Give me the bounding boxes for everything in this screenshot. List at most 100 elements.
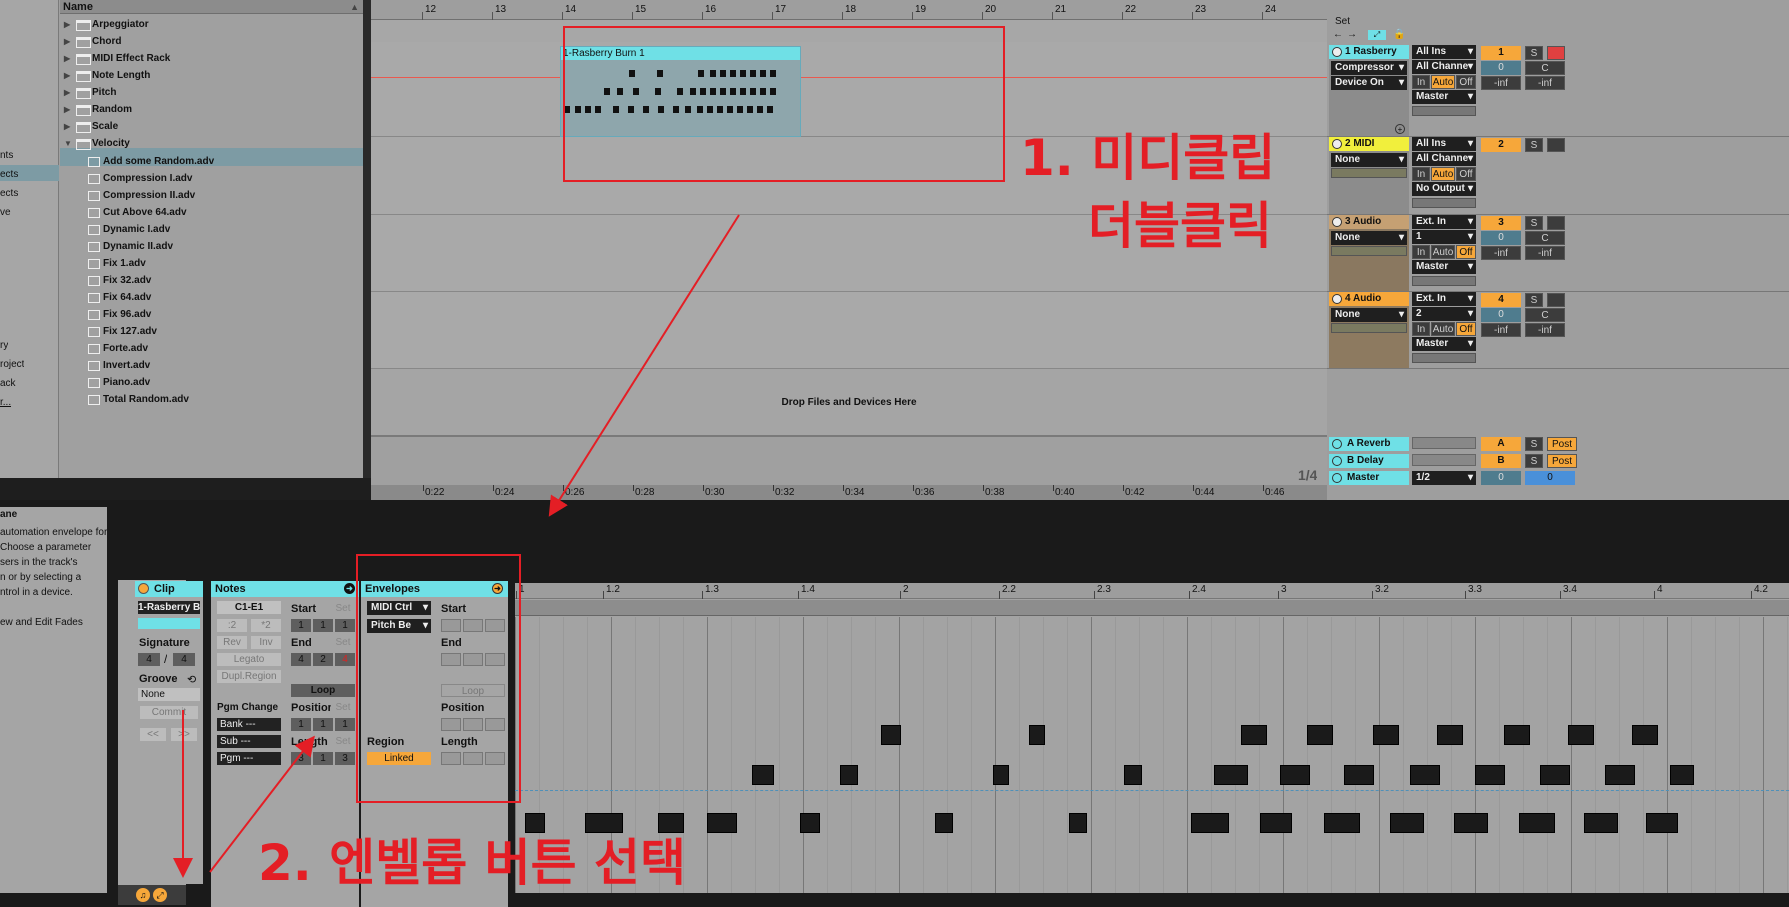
start-set-button[interactable]: Set — [331, 602, 355, 615]
position-sixteenth[interactable]: 1 — [335, 718, 355, 731]
loop-button[interactable]: Loop — [291, 684, 355, 697]
track-activator[interactable]: 1 — [1481, 46, 1521, 60]
notes-header[interactable]: Notes ➜ — [211, 581, 359, 597]
output-selector[interactable]: Master — [1412, 260, 1476, 274]
browser-folder[interactable]: ▶ Scale — [60, 118, 360, 136]
return-activator[interactable]: A — [1481, 437, 1521, 451]
drop-zone[interactable]: Drop Files and Devices Here — [371, 369, 1327, 435]
midi-note[interactable] — [707, 813, 737, 833]
reverse-button[interactable]: Rev — [217, 636, 247, 649]
midi-note-editor[interactable]: 1 1.2 1.3 1.4 2 2.2 2.3 2.4 3 3.2 3.3 3.4 4 4.2 — [515, 583, 1789, 893]
collapsed-triangle-icon[interactable]: ▶ — [64, 50, 70, 68]
places-item[interactable]: ack — [0, 378, 16, 389]
notes-toggle-icon[interactable]: ♫ — [136, 888, 150, 902]
device-slot[interactable] — [1331, 323, 1407, 333]
midi-note[interactable] — [1344, 765, 1374, 785]
name-column-header[interactable]: Name — [63, 0, 93, 14]
browser-folder[interactable]: ▼ Velocity — [60, 135, 360, 153]
resize-toggle-icon[interactable]: ⤢ — [1368, 30, 1386, 40]
return-solo-button[interactable]: S — [1525, 437, 1543, 451]
return-fold-icon[interactable] — [1332, 439, 1342, 449]
midi-note[interactable] — [1504, 725, 1530, 745]
browser-folder[interactable]: ▶ Pitch — [60, 84, 360, 102]
input-type-selector[interactable]: All Ins — [1412, 137, 1476, 151]
return-solo-button[interactable]: S — [1525, 454, 1543, 468]
return-out-field[interactable] — [1412, 454, 1476, 466]
browser-file[interactable]: Compression I.adv — [60, 170, 360, 187]
sub-selector[interactable]: Sub --- — [217, 735, 281, 748]
collapsed-triangle-icon[interactable]: ▶ — [64, 33, 70, 51]
browser-file[interactable]: Fix 96.adv — [60, 306, 360, 323]
browser-file[interactable]: Dynamic II.adv — [60, 238, 360, 255]
master-pan-field[interactable]: 0 — [1525, 471, 1575, 485]
browser-file[interactable]: Fix 1.adv — [60, 255, 360, 272]
midi-note[interactable] — [1124, 765, 1142, 785]
monitor-off-button[interactable]: Off — [1456, 75, 1476, 89]
midi-note[interactable] — [1454, 813, 1488, 833]
browser-file[interactable]: Add some Random.adv — [60, 153, 360, 170]
midi-note[interactable] — [1568, 725, 1594, 745]
midi-note[interactable] — [1437, 725, 1463, 745]
browser-file[interactable]: Cut Above 64.adv — [60, 204, 360, 221]
midi-note[interactable] — [1475, 765, 1505, 785]
output-sub-field[interactable] — [1412, 353, 1476, 363]
note-range-field[interactable]: C1-E1 — [217, 601, 281, 614]
collapsed-triangle-icon[interactable]: ▶ — [64, 101, 70, 119]
browser-divider[interactable] — [363, 0, 371, 478]
places-item[interactable]: nts — [0, 150, 13, 161]
places-item[interactable]: ry — [0, 340, 8, 351]
return-fold-icon[interactable] — [1332, 473, 1342, 483]
solo-button[interactable]: S — [1525, 138, 1543, 152]
time-ruler[interactable]: 0:22 0:24 0:26 0:28 0:30 0:32 0:34 0:36 0:38 0:40… — [371, 485, 1327, 500]
midi-note[interactable] — [1069, 813, 1087, 833]
volume-field[interactable]: 0 — [1481, 231, 1521, 245]
midi-note[interactable] — [881, 725, 901, 745]
input-type-selector[interactable]: All Ins — [1412, 45, 1476, 59]
monitor-off-button[interactable]: Off — [1456, 167, 1476, 181]
lock-icon[interactable]: 🔒 — [1393, 29, 1405, 40]
browser-file[interactable]: Dynamic I.adv — [60, 221, 360, 238]
midi-note[interactable] — [1280, 765, 1310, 785]
monitor-auto-button[interactable]: Auto — [1431, 167, 1455, 181]
track-fold-icon[interactable] — [1332, 217, 1342, 227]
midi-note[interactable] — [1410, 765, 1440, 785]
device-selector[interactable]: None — [1331, 308, 1407, 322]
master-volume-field[interactable]: 0 — [1481, 471, 1521, 485]
sig-denominator[interactable]: 4 — [173, 653, 195, 666]
arrow-left-icon[interactable]: ← — [1333, 29, 1343, 40]
midi-note[interactable] — [1605, 765, 1635, 785]
length-set-button[interactable]: Set — [331, 735, 355, 748]
length-beat[interactable]: 1 — [313, 752, 333, 765]
pgm-selector[interactable]: Pgm --- — [217, 752, 281, 765]
output-selector[interactable]: Master — [1412, 337, 1476, 351]
master-cue-selector[interactable]: 1/2 — [1412, 471, 1476, 485]
start-beat[interactable]: 1 — [313, 619, 333, 632]
output-sub-field[interactable] — [1412, 198, 1476, 208]
midi-note[interactable] — [1214, 765, 1248, 785]
track-activator[interactable]: 3 — [1481, 216, 1521, 230]
midi-note[interactable] — [935, 813, 953, 833]
midi-note[interactable] — [1519, 813, 1555, 833]
halve-button[interactable]: :2 — [217, 619, 247, 632]
return-activator[interactable]: B — [1481, 454, 1521, 468]
input-type-selector[interactable]: Ext. In — [1412, 292, 1476, 306]
browser-folder[interactable]: ▶ Arpeggiator — [60, 16, 360, 34]
arm-button[interactable] — [1547, 46, 1565, 60]
midi-note[interactable] — [1632, 725, 1658, 745]
track-4-lane[interactable] — [371, 292, 1327, 369]
bar-ruler[interactable]: 12 13 14 15 16 17 18 19 20 21 22 23 24 — [371, 0, 1327, 20]
browser-file[interactable]: Fix 127.adv — [60, 323, 360, 340]
groove-selector[interactable]: None — [138, 688, 200, 701]
clip-header[interactable]: Clip — [135, 581, 203, 597]
position-beat[interactable]: 1 — [313, 718, 333, 731]
input-channel-selector[interactable]: All Channe — [1412, 60, 1476, 74]
clip-name-field[interactable]: 1-Rasberry B — [138, 601, 200, 614]
return-fold-icon[interactable] — [1332, 456, 1342, 466]
arrow-right-icon[interactable]: → — [1347, 29, 1357, 40]
places-item[interactable]: r... — [0, 397, 11, 408]
browser-folder[interactable]: ▶ Note Length — [60, 67, 360, 85]
device-slot[interactable] — [1331, 168, 1407, 178]
note-grid[interactable] — [515, 617, 1789, 893]
browser-file[interactable]: Invert.adv — [60, 357, 360, 374]
nudge-left-button[interactable]: << — [140, 728, 166, 741]
